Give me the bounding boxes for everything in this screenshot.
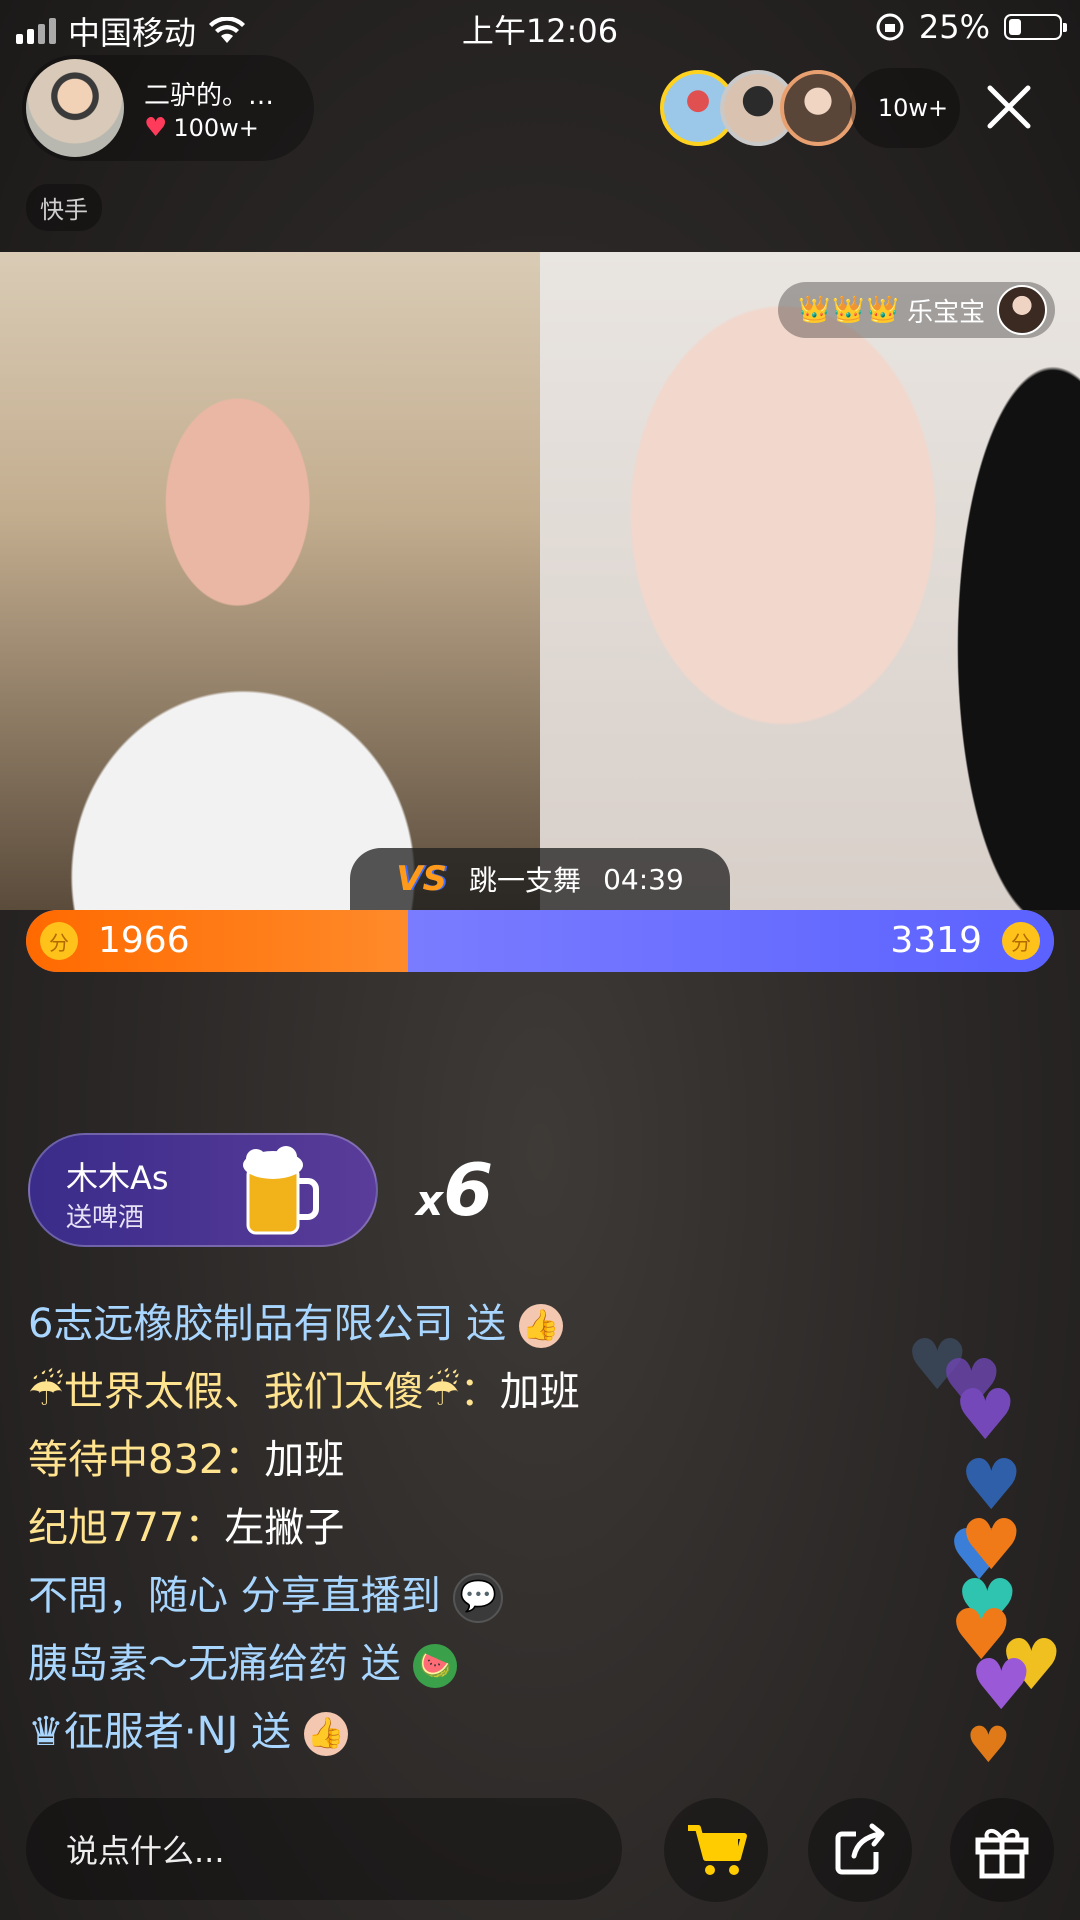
host-avatar[interactable] [26,59,124,157]
pk-right-score: 3319 [890,920,982,961]
comment-user: 不問，随心 分享直播到 [28,1573,441,1619]
comment-line: ☔世界太假、我们太傻☔：加班 [28,1358,768,1426]
coin-icon: 分 [1002,922,1040,960]
comment-user: ♛征服者·NJ 送 [28,1709,292,1755]
heart-icon: ♥ [144,113,168,143]
comment-user: 胰岛素～无痛给药 送 [28,1641,401,1687]
comment-feed[interactable]: 6志远橡胶制品有限公司 送 👍 ☔世界太假、我们太傻☔：加班 等待中832：加班… [28,1268,768,1766]
comment-user: 6志远橡胶制品有限公司 送 [28,1301,507,1347]
gift-sender: 木木As [66,1159,169,1197]
gift-banner: 木木As 送啤酒 [28,1133,378,1247]
watermelon-icon: 🍉 [413,1644,458,1688]
heart-icon: ♥ [966,1716,1011,1774]
battery-icon [1004,14,1067,40]
cart-icon [688,1825,747,1875]
shop-button[interactable] [664,1798,768,1902]
close-icon[interactable] [984,82,1034,132]
opponent-name: 乐宝宝 [907,297,986,328]
coin-icon: 分 [40,922,78,960]
host-name: 二驴的。… [144,81,275,111]
share-icon [835,1823,885,1875]
comment-line: 等待中832：加班 [28,1426,768,1494]
comment-user[interactable]: 等待中832： [28,1437,264,1483]
crown-icon: 👑👑👑 [798,295,902,325]
comment-text: 加班 [499,1369,580,1415]
comment-line: 胰岛素～无痛给药 送 🍉 [28,1630,768,1698]
opponent-video[interactable] [540,252,1080,910]
faded-comment [28,1268,768,1290]
gift-icon [975,1829,1029,1879]
gift-count-prefix: x [416,1176,444,1225]
thumbs-up-icon: 👍 [303,1712,348,1756]
thumbs-up-icon: 👍 [518,1304,563,1348]
comment-text: 加班 [264,1437,345,1483]
comment-line: 不問，随心 分享直播到 💬 [28,1562,768,1630]
comment-text: 左撇子 [224,1505,345,1551]
floating-hearts: ♥ ♥ ♥ ♥ ♥ ♥ ♥ ♥ ♥ ♥ ♥ [900,1330,1080,1780]
heart-icon: ♥ [954,1374,1017,1456]
gift-button[interactable] [950,1798,1054,1902]
viewer-count[interactable]: 10w+ [850,68,960,148]
wechat-icon: 💬 [453,1573,504,1623]
pk-left-fill [26,910,409,972]
gift-count-number: 6 [443,1148,494,1232]
orientation-lock-icon [876,13,904,41]
comment-user[interactable]: ☔世界太假、我们太傻☔： [28,1369,500,1415]
comment-line: 纪旭777：左撇子 [28,1494,768,1562]
comment-user[interactable]: 纪旭777： [28,1505,224,1551]
likes-count: 100w+ [173,114,259,142]
opponent-tag[interactable]: 👑👑👑 乐宝宝 [778,282,1056,338]
pk-timer: 04:39 [603,862,684,896]
battery-percent: 25% [918,8,990,46]
top-viewers[interactable]: 10w+ [660,68,960,148]
pk-video-area [0,252,1080,910]
platform-tag: 快手 [26,184,102,231]
pk-task-badge: VS 跳一支舞 04:39 [350,848,730,910]
pk-left-score: 1966 [98,920,190,961]
comment-line: 6志远橡胶制品有限公司 送 👍 [28,1290,768,1358]
status-bar: 中国移动 上午12:06 25% [0,0,1080,54]
comment-input[interactable]: 说点什么... [26,1798,622,1900]
host-card[interactable]: 二驴的。… ♥ 100w+ [22,55,314,161]
pk-task: 跳一支舞 [469,864,582,897]
pk-score-bar: 分 1966 3319 分 [26,910,1054,972]
beer-icon [243,1146,319,1235]
viewer-avatar[interactable] [780,70,856,146]
vs-icon: VS [396,859,448,899]
share-button[interactable] [808,1798,912,1902]
gift-combo-count: x6 [416,1148,493,1232]
opponent-avatar [997,285,1048,335]
host-video [0,252,540,910]
comment-line: ♛征服者·NJ 送 👍 [28,1698,768,1766]
host-likes: ♥ 100w+ [144,113,259,143]
gift-action: 送啤酒 [66,1203,145,1233]
